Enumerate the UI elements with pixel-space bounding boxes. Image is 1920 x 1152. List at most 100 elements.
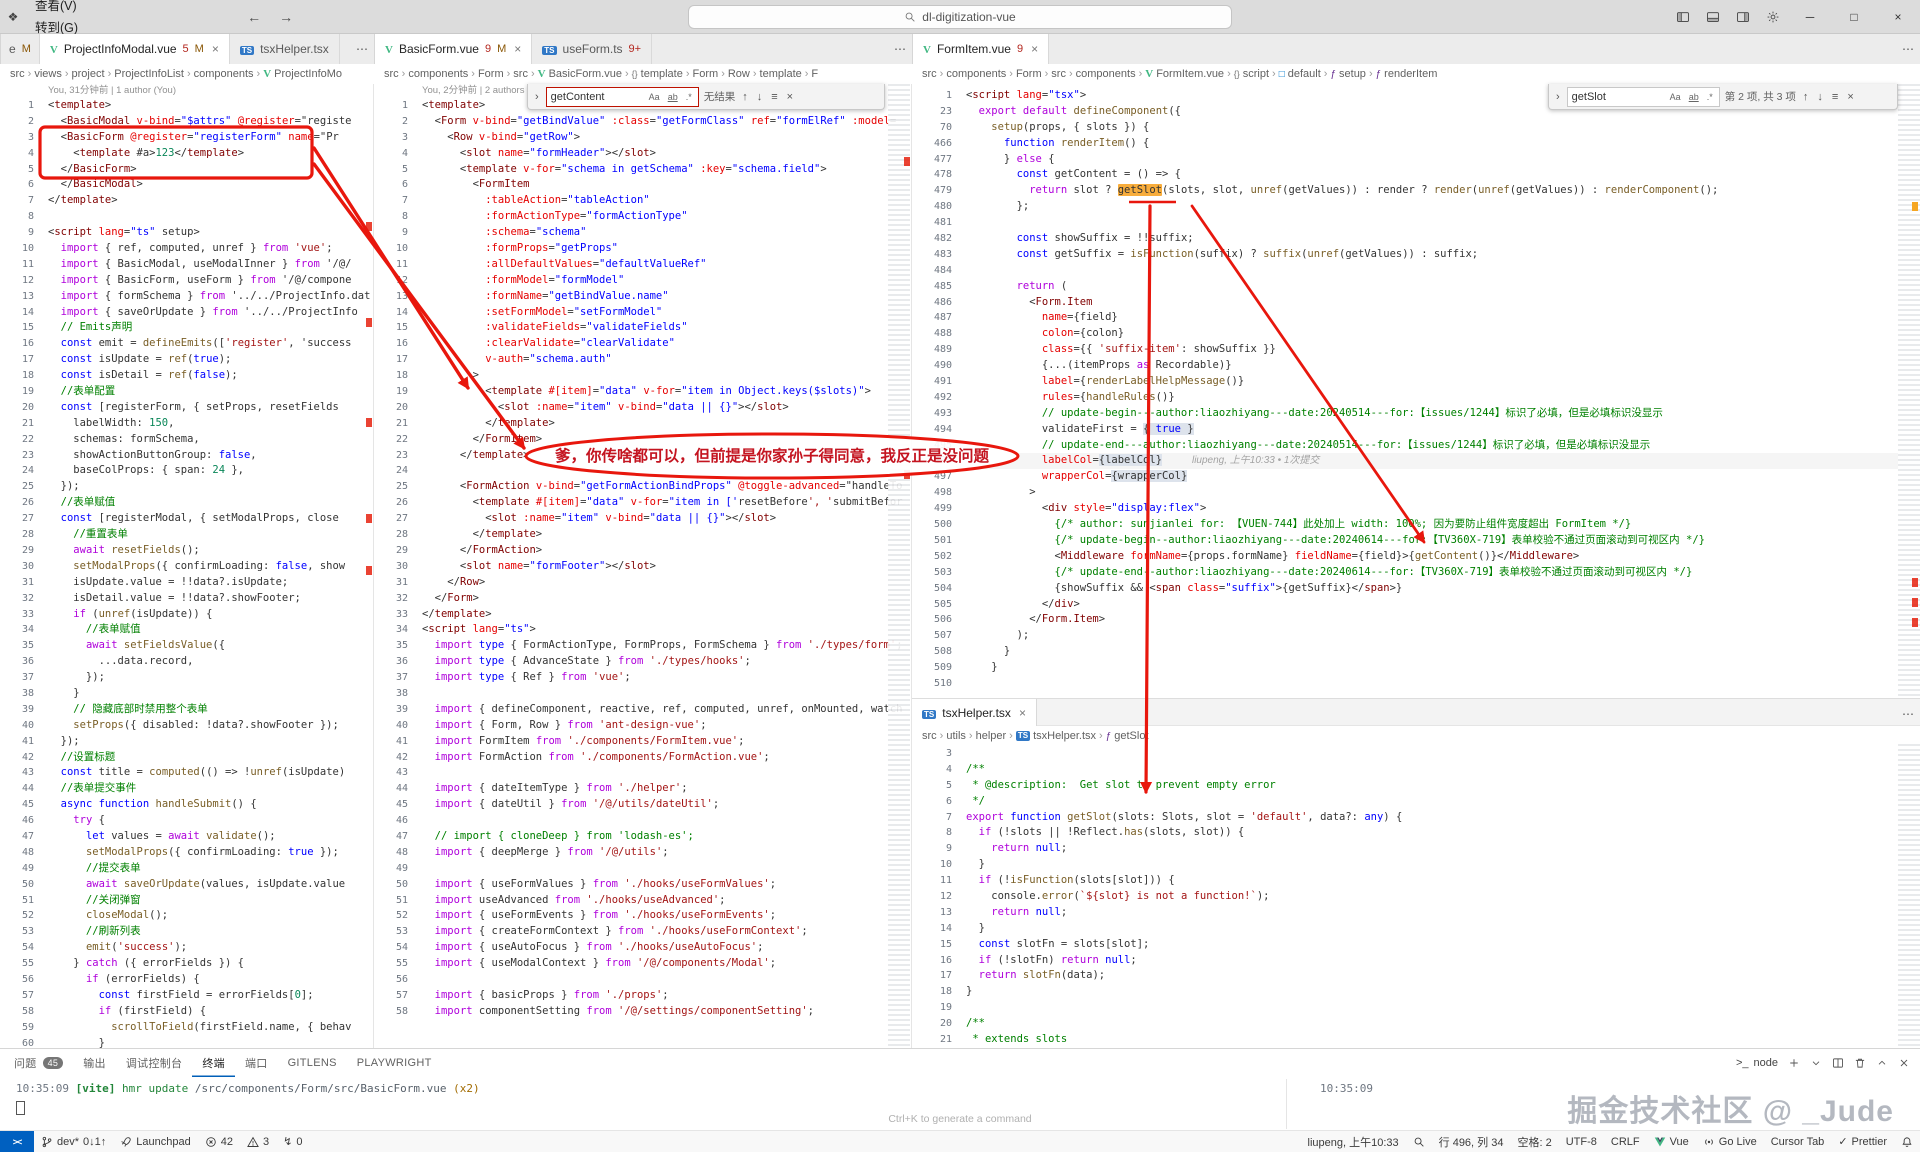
maximize-panel-icon[interactable] (1876, 1057, 1888, 1069)
breadcrumb[interactable]: src›components›Form›src›components›V For… (912, 64, 1920, 84)
find-prev-icon[interactable]: ↑ (1801, 91, 1811, 103)
breadcrumb-item[interactable]: {} script (1234, 68, 1269, 80)
breadcrumb-item[interactable]: Form (478, 68, 504, 80)
minimize-button[interactable]: ─ (1788, 0, 1832, 34)
status-item-utf-8[interactable]: UTF-8 (1559, 1131, 1604, 1152)
settings-gear-icon[interactable] (1758, 0, 1788, 34)
forward-icon[interactable]: → (279, 9, 293, 25)
breadcrumb[interactable]: src›components›Form›src›V BasicForm.vue›… (374, 64, 912, 84)
codelens[interactable]: You, 31分钟前 | 1 author (You) (0, 84, 373, 98)
find-input[interactable] (1572, 91, 1664, 103)
maximize-button[interactable]: □ (1832, 0, 1876, 34)
whole-word-icon[interactable]: ab (666, 91, 680, 103)
breadcrumb-item[interactable]: src (10, 68, 25, 80)
status-item-dev[interactable]: dev*0↓1↑ (34, 1131, 113, 1152)
tab-projectinfomodal-vue[interactable]: VProjectInfoModal.vue5M× (40, 34, 230, 64)
back-icon[interactable]: ← (247, 9, 261, 25)
find-close-icon[interactable]: × (785, 91, 795, 103)
find-prev-icon[interactable]: ↑ (740, 91, 750, 103)
breadcrumb-item[interactable]: src (922, 68, 937, 80)
minimap[interactable] (888, 84, 910, 1048)
breadcrumb-item[interactable]: TS tsxHelper.tsx (1016, 730, 1096, 742)
tab-close-icon[interactable]: × (1019, 706, 1026, 720)
status-item-liupeng-10-33[interactable]: liupeng, 上午10:33 (1301, 1131, 1406, 1152)
breadcrumb-item[interactable]: ƒ setup (1330, 68, 1365, 80)
find-toggle-replace-icon[interactable]: › (1554, 91, 1562, 103)
layout-sidebar-right-icon[interactable] (1728, 0, 1758, 34)
breadcrumb[interactable]: src›utils›helper›TS tsxHelper.tsx›ƒ getS… (912, 726, 1920, 746)
tab-overflow-icon[interactable]: ⋯ (894, 34, 906, 64)
tab-close-icon[interactable]: × (212, 42, 219, 56)
tab-stub[interactable]: e M (1, 34, 40, 64)
menu-v[interactable]: 查看(V) (26, 0, 87, 17)
tab-formitem-vue[interactable]: VFormItem.vue9× (913, 34, 1049, 64)
minimap[interactable] (1898, 744, 1920, 1048)
editor-projectinfomodal[interactable]: You, 31分钟前 | 1 author (You)1<template>2 … (0, 84, 374, 1048)
panel-tab-gitlens[interactable]: GITLENS (278, 1049, 347, 1077)
find-in-selection-icon[interactable]: ≡ (1830, 91, 1840, 103)
breadcrumb-item[interactable]: Form (693, 68, 719, 80)
breadcrumb-item[interactable]: □ default (1279, 68, 1321, 80)
tab-tsxhelper-tsx[interactable]: TStsxHelper.tsx (230, 34, 340, 64)
breadcrumb-item[interactable]: components (946, 68, 1006, 80)
breadcrumb-item[interactable]: Form (1016, 68, 1042, 80)
find-next-icon[interactable]: ↓ (1815, 91, 1825, 103)
status-item-2[interactable]: 空格: 2 (1510, 1131, 1558, 1152)
breadcrumb-item[interactable]: template (760, 68, 802, 80)
chevron-down-icon[interactable] (1810, 1057, 1822, 1069)
tab-overflow-icon[interactable]: ⋯ (1902, 34, 1914, 64)
match-case-icon[interactable]: Aa (647, 91, 662, 103)
breadcrumb-item[interactable]: ƒ renderItem (1376, 68, 1438, 80)
breadcrumb-item[interactable]: V BasicForm.vue (538, 68, 622, 80)
breadcrumb-item[interactable]: views (34, 68, 62, 80)
breadcrumb-item[interactable]: components (194, 68, 254, 80)
find-input[interactable] (551, 91, 643, 103)
breadcrumb-item[interactable]: src (513, 68, 528, 80)
find-in-selection-icon[interactable]: ≡ (769, 91, 779, 103)
terminal-shell-item[interactable]: >_ node (1736, 1057, 1778, 1069)
breadcrumb-item[interactable]: components (1076, 68, 1136, 80)
status-item-go-live[interactable]: Go Live (1696, 1131, 1764, 1152)
tab-overflow-icon[interactable]: ⋯ (356, 34, 368, 64)
new-terminal-icon[interactable] (1788, 1057, 1800, 1069)
breadcrumb-item[interactable]: ƒ getSlot (1106, 730, 1149, 742)
breadcrumb[interactable]: src›views›project›ProjectInfoList›compon… (0, 64, 374, 84)
status-item-search[interactable] (1406, 1131, 1432, 1152)
editor-formitem[interactable]: 1<script lang="tsx">23 export default de… (912, 84, 1920, 698)
breadcrumb-item[interactable]: src (384, 68, 399, 80)
status-item-launchpad[interactable]: Launchpad (113, 1131, 197, 1152)
close-button[interactable]: × (1876, 0, 1920, 34)
find-close-icon[interactable]: × (1845, 91, 1855, 103)
tab-basicform-vue[interactable]: VBasicForm.vue9M× (375, 34, 532, 64)
status-item-0[interactable]: ↯0 (276, 1131, 309, 1152)
tab-tsxhelper-tsx[interactable]: TStsxHelper.tsx× (912, 699, 1037, 726)
tab-close-icon[interactable]: × (1031, 42, 1038, 56)
whole-word-icon[interactable]: ab (1687, 91, 1701, 103)
command-center-search[interactable]: dl-digitization-vue (688, 5, 1232, 29)
breadcrumb-item[interactable]: V FormItem.vue (1145, 68, 1224, 80)
status-item-prettier[interactable]: ✓Prettier (1831, 1131, 1894, 1152)
close-panel-icon[interactable] (1898, 1057, 1910, 1069)
find-next-icon[interactable]: ↓ (755, 91, 765, 103)
kill-terminal-icon[interactable] (1854, 1057, 1866, 1069)
layout-sidebar-left-icon[interactable] (1668, 0, 1698, 34)
remote-indicator[interactable]: >< (0, 1131, 34, 1152)
breadcrumb-item[interactable]: ProjectInfoList (114, 68, 184, 80)
status-item-cursor-tab[interactable]: Cursor Tab (1764, 1131, 1832, 1152)
breadcrumb-item[interactable]: F (811, 68, 818, 80)
panel-tab-[interactable]: 输出 (73, 1049, 116, 1077)
panel-tab-[interactable]: 问题45 (4, 1049, 73, 1077)
breadcrumb-item[interactable]: components (408, 68, 468, 80)
breadcrumb-item[interactable]: utils (946, 730, 966, 742)
tab-overflow-icon[interactable]: ⋯ (1902, 699, 1914, 729)
breadcrumb-item[interactable]: V ProjectInfoMo (263, 68, 342, 80)
split-terminal-icon[interactable] (1832, 1057, 1844, 1069)
editor-basicform[interactable]: You, 2分钟前 | 2 authors (liupeng and one o… (374, 84, 912, 1048)
status-item-496-34[interactable]: 行 496, 列 34 (1432, 1131, 1511, 1152)
status-item-crlf[interactable]: CRLF (1604, 1131, 1647, 1152)
breadcrumb-item[interactable]: {} template (632, 68, 683, 80)
panel-tab-[interactable]: 终端 (192, 1049, 235, 1077)
editor-tsxhelper[interactable]: 34/**5 * @description: Get slot to preve… (912, 744, 1920, 1048)
breadcrumb-item[interactable]: helper (976, 730, 1007, 742)
status-item-3[interactable]: 3 (240, 1131, 276, 1152)
